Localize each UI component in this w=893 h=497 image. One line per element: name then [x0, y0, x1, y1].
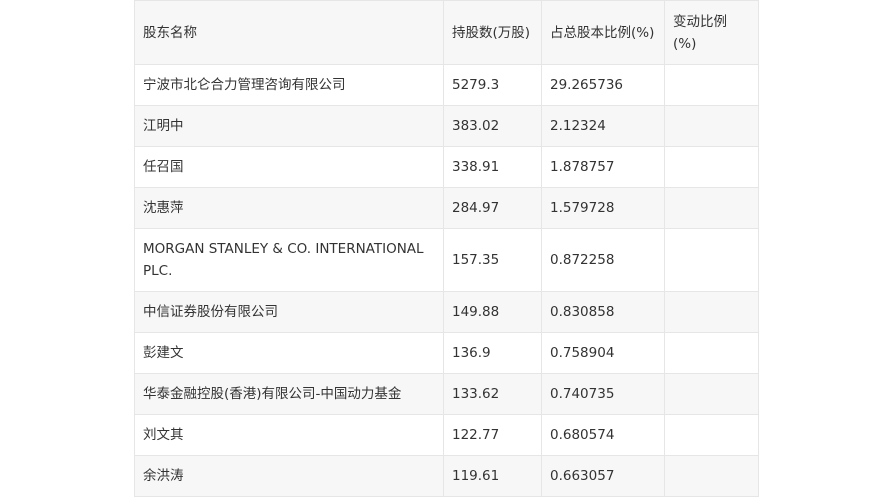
header-shareholder-name: 股东名称	[134, 0, 444, 65]
cell-name: 余洪涛	[134, 455, 444, 497]
table-row: 沈惠萍 284.97 1.579728	[134, 187, 759, 229]
cell-ratio: 0.830858	[541, 291, 665, 333]
cell-name: 中信证券股份有限公司	[134, 291, 444, 333]
cell-shares: 149.88	[443, 291, 542, 333]
cell-name: 江明中	[134, 105, 444, 147]
cell-ratio: 0.680574	[541, 414, 665, 456]
cell-shares: 383.02	[443, 105, 542, 147]
table-row: 刘文其 122.77 0.680574	[134, 414, 759, 456]
cell-change	[664, 332, 759, 374]
header-share-ratio: 占总股本比例(%)	[541, 0, 665, 65]
cell-name: 彭建文	[134, 332, 444, 374]
cell-name: 沈惠萍	[134, 187, 444, 229]
cell-ratio: 0.740735	[541, 373, 665, 415]
cell-ratio: 0.758904	[541, 332, 665, 374]
cell-shares: 284.97	[443, 187, 542, 229]
table-row: 彭建文 136.9 0.758904	[134, 332, 759, 374]
cell-ratio: 1.878757	[541, 146, 665, 188]
table-row: 余洪涛 119.61 0.663057	[134, 455, 759, 497]
shareholder-table-container: 股东名称 持股数(万股) 占总股本比例(%) 变动比例(%) 宁波市北仑合力管理…	[134, 0, 759, 497]
table-header-row: 股东名称 持股数(万股) 占总股本比例(%) 变动比例(%)	[134, 0, 759, 65]
cell-change	[664, 187, 759, 229]
cell-ratio: 0.872258	[541, 228, 665, 292]
cell-change	[664, 414, 759, 456]
header-shares-held: 持股数(万股)	[443, 0, 542, 65]
table-row: 宁波市北仑合力管理咨询有限公司 5279.3 29.265736	[134, 64, 759, 106]
cell-shares: 133.62	[443, 373, 542, 415]
cell-change	[664, 455, 759, 497]
cell-change	[664, 105, 759, 147]
cell-name: 宁波市北仑合力管理咨询有限公司	[134, 64, 444, 106]
cell-name: 华泰金融控股(香港)有限公司-中国动力基金	[134, 373, 444, 415]
cell-change	[664, 228, 759, 292]
table-row: 中信证券股份有限公司 149.88 0.830858	[134, 291, 759, 333]
cell-ratio: 2.12324	[541, 105, 665, 147]
cell-ratio: 29.265736	[541, 64, 665, 106]
cell-shares: 136.9	[443, 332, 542, 374]
cell-name: 刘文其	[134, 414, 444, 456]
table-row: 华泰金融控股(香港)有限公司-中国动力基金 133.62 0.740735	[134, 373, 759, 415]
cell-change	[664, 64, 759, 106]
cell-ratio: 1.579728	[541, 187, 665, 229]
table-row: MORGAN STANLEY & CO. INTERNATIONAL PLC. …	[134, 228, 759, 292]
cell-shares: 157.35	[443, 228, 542, 292]
cell-name: MORGAN STANLEY & CO. INTERNATIONAL PLC.	[134, 228, 444, 292]
cell-ratio: 0.663057	[541, 455, 665, 497]
cell-shares: 5279.3	[443, 64, 542, 106]
table-row: 江明中 383.02 2.12324	[134, 105, 759, 147]
cell-shares: 119.61	[443, 455, 542, 497]
cell-name: 任召国	[134, 146, 444, 188]
cell-change	[664, 146, 759, 188]
shareholder-table: 股东名称 持股数(万股) 占总股本比例(%) 变动比例(%) 宁波市北仑合力管理…	[134, 0, 759, 497]
cell-shares: 122.77	[443, 414, 542, 456]
table-row: 任召国 338.91 1.878757	[134, 146, 759, 188]
cell-change	[664, 373, 759, 415]
header-change-ratio: 变动比例(%)	[664, 0, 759, 65]
cell-change	[664, 291, 759, 333]
cell-shares: 338.91	[443, 146, 542, 188]
